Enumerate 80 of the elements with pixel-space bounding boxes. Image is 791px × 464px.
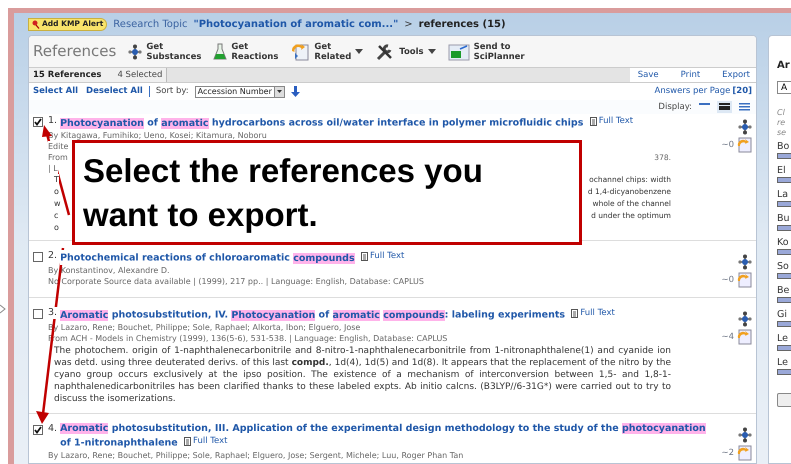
side-panel-item: Bu xyxy=(777,213,791,224)
reference-authors: By Lazaro, Rene; Bouchet, Philippe; Sole, Raphael; Elguero, Jose; Sergent, Michele; Luu, Roger Phan Tan xyxy=(48,450,464,460)
full-text-link[interactable]: Full Text xyxy=(184,435,228,447)
full-text-link[interactable]: Full Text xyxy=(590,115,634,127)
molecule-icon[interactable] xyxy=(738,254,752,270)
toolbar-title: References xyxy=(33,41,116,62)
sort-descending-icon[interactable] xyxy=(290,86,300,97)
breadcrumb-prefix: Research Topic xyxy=(113,18,188,32)
reference-checkbox[interactable] xyxy=(33,117,43,127)
side-panel-item: So xyxy=(777,261,790,272)
selected-count: 4 Selected xyxy=(117,68,162,82)
related-count: ~2 xyxy=(721,446,734,460)
answers-per-page-link[interactable]: Answers per Page xyxy=(654,85,730,98)
full-text-link[interactable]: Full Text xyxy=(360,250,404,262)
molecule-icon[interactable] xyxy=(738,311,752,327)
full-text-link[interactable]: Full Text xyxy=(571,307,615,319)
breadcrumb-current: references (15) xyxy=(418,18,506,32)
documents-arrows-icon xyxy=(290,42,310,60)
sort-dropdown[interactable]: Accession Number xyxy=(194,86,285,98)
deselect-all-link[interactable]: Deselect All xyxy=(86,85,143,98)
breadcrumb-topic-link[interactable]: "Photocyanation of aromatic com..." xyxy=(194,16,398,32)
related-count: ~0 xyxy=(721,274,734,286)
reference-checkbox[interactable] xyxy=(33,309,43,319)
toolbar-button[interactable]: Tools xyxy=(375,42,436,60)
partial-text: Edite xyxy=(48,140,68,152)
side-panel-item: La xyxy=(777,189,790,200)
planner-icon xyxy=(448,42,470,60)
select-all-link[interactable]: Select All xyxy=(33,85,78,98)
chevron-right-icon[interactable] xyxy=(0,304,6,314)
partial-text: | L xyxy=(48,162,58,174)
related-count: ~4 xyxy=(721,330,734,344)
action-link[interactable]: Print xyxy=(680,68,700,82)
display-mode-toggle[interactable] xyxy=(737,101,752,113)
side-panel-hint: re xyxy=(777,118,786,128)
block-icon xyxy=(719,103,730,111)
toolbar-button[interactable]: Get Substances xyxy=(128,42,202,62)
toolbar-button[interactable]: Get Related xyxy=(290,42,364,62)
dropdown-arrow-icon xyxy=(276,90,282,93)
breadcrumb-separator: > xyxy=(404,18,413,32)
side-panel-item: Ko xyxy=(777,237,790,248)
references-count: 15 References xyxy=(33,68,102,82)
side-panel-item: Le xyxy=(777,357,789,368)
callout-text: Select the references you want to export. xyxy=(83,150,484,235)
molecule-icon[interactable] xyxy=(738,119,752,135)
side-panel-field[interactable]: A xyxy=(777,81,791,94)
caret-icon xyxy=(428,49,436,54)
molecule-icon[interactable] xyxy=(128,44,142,60)
reference-checkbox[interactable] xyxy=(33,252,43,262)
flask-icon xyxy=(213,42,228,60)
side-panel-item: Gi xyxy=(777,309,788,320)
molecule-icon[interactable] xyxy=(738,427,752,443)
side-panel-item: Bo xyxy=(777,141,790,152)
reference-abstract: The photochem. origin of 1-naphthalenecarbonitrile and 8-nitro-1-naphthalenecarbonitrile from 1-nitronaphthalene(1) and cyanide ion was detd. using three deuterated derivs. of this last compd., 1d(4), 1d(5) and 1d(8). It appears that the replacement of the nitro by the cyano group occurs exclusively at the ipso position. The existence of a mechanism of interconversion between 1,5- and 1,8-1-naphthalenedicarbonitriles has been clarified thanks to these labeled expts. Ab initio calcns. (B3LYP//6-31G*) were carried out to try to discuss the isomerizations. xyxy=(53,344,672,404)
caret-icon xyxy=(355,49,364,54)
display-mode-toggle[interactable] xyxy=(717,101,732,113)
partial-text: From xyxy=(48,152,68,162)
toolbar-button[interactable]: Send to SciPlanner xyxy=(448,42,525,62)
action-link[interactable]: Export xyxy=(722,68,750,82)
document-icon xyxy=(360,252,368,260)
reference-checkbox[interactable] xyxy=(33,425,43,435)
partial-text: T xyxy=(54,174,59,186)
side-panel-item: Be xyxy=(777,285,790,296)
side-panel-item: Le xyxy=(777,333,789,344)
document-icon xyxy=(571,308,578,318)
side-panel-hint: Cl xyxy=(777,108,786,118)
document-icon xyxy=(590,116,597,126)
related-count: ~0 xyxy=(721,138,734,152)
display-label: Display: xyxy=(658,100,692,114)
list-icon xyxy=(739,103,750,111)
sort-label: Sort by: xyxy=(156,85,189,98)
action-link[interactable]: Save xyxy=(638,68,659,82)
reference-number: 3. xyxy=(48,307,60,319)
reference-authors: By Konstantinov, Alexandre D. xyxy=(48,264,171,276)
side-panel-item: El xyxy=(777,165,787,176)
side-panel-hint: se xyxy=(777,128,788,138)
answers-per-page-value[interactable]: [20] xyxy=(732,85,752,98)
document-icon xyxy=(184,436,192,446)
side-panel-heading: Ar xyxy=(777,59,791,73)
pin-icon xyxy=(32,20,40,28)
toolbar-button[interactable]: Get Reactions xyxy=(213,42,278,62)
